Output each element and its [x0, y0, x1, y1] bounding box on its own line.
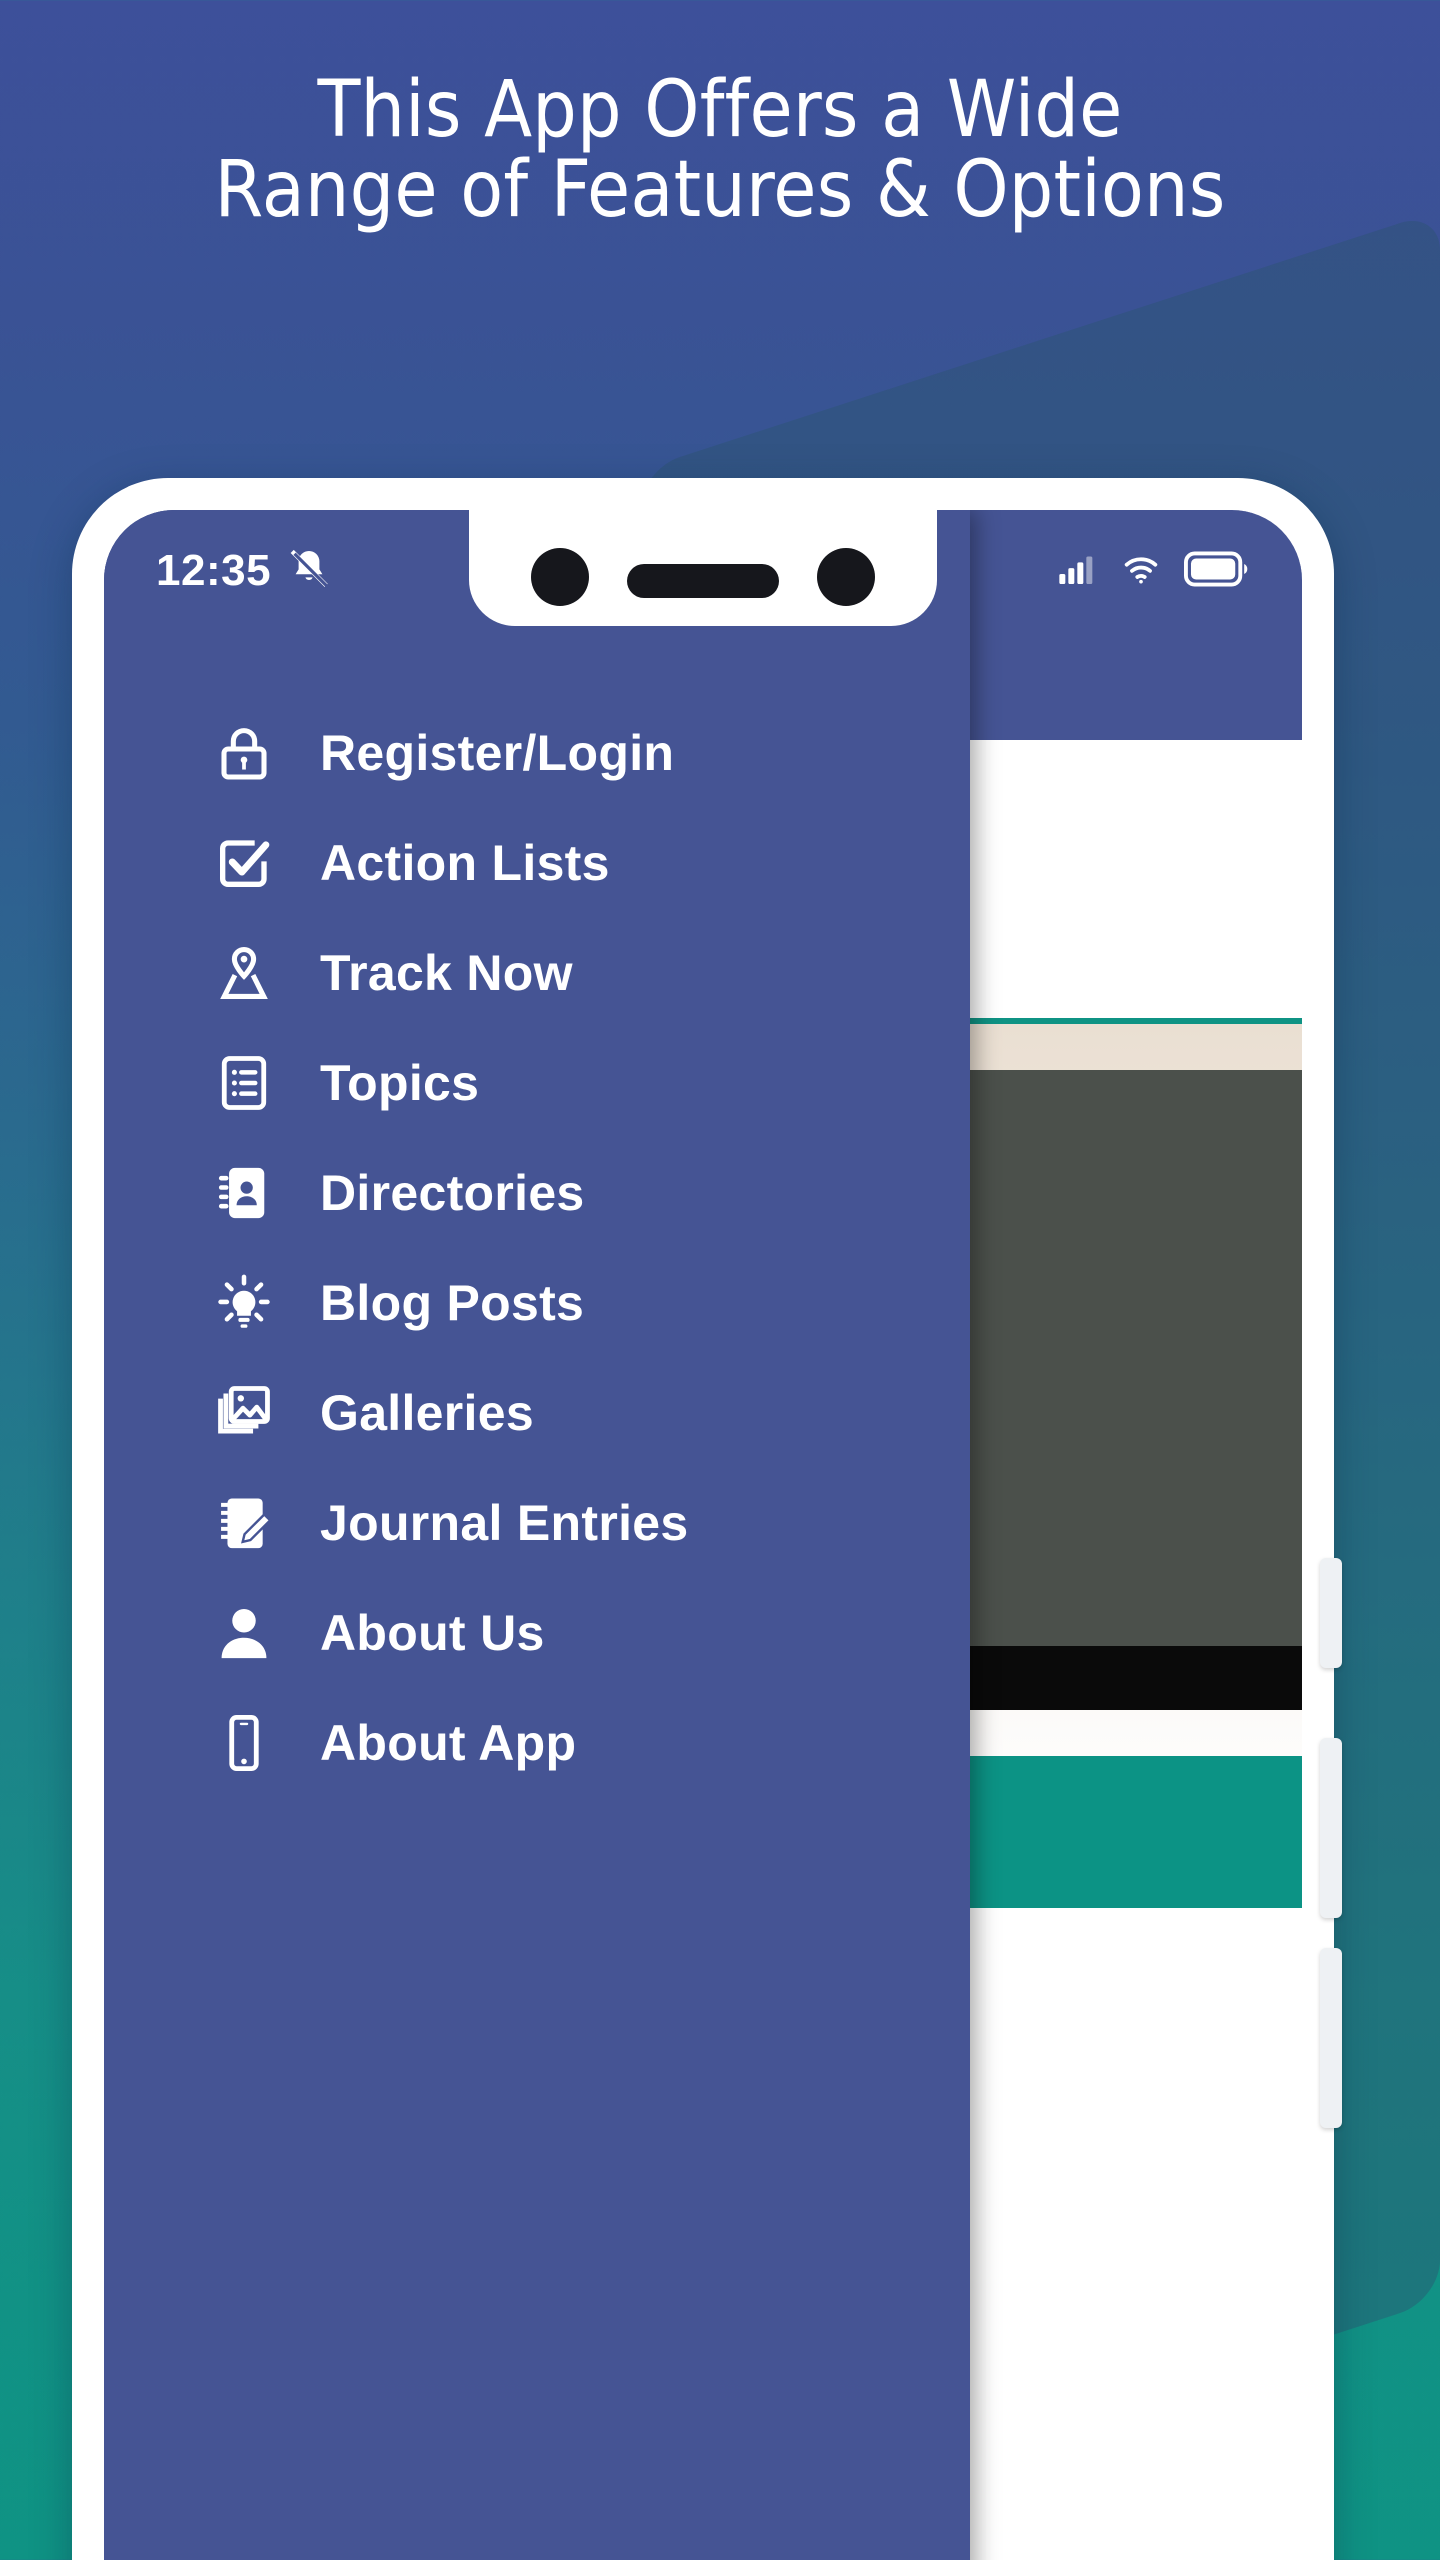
drawer-item-journal-entries[interactable]: Journal Entries	[104, 1468, 970, 1578]
status-bar-right	[1054, 549, 1250, 594]
photos-icon	[212, 1381, 276, 1445]
drawer-item-about-us[interactable]: About Us	[104, 1578, 970, 1688]
phone-screen: Th	[104, 510, 1302, 2560]
bell-muted-icon	[285, 545, 333, 598]
drawer-item-label: Journal Entries	[320, 1495, 689, 1551]
drawer-item-register-login[interactable]: Register/Login	[104, 698, 970, 808]
lightbulb-icon	[212, 1271, 276, 1335]
phone-side-button-mute[interactable]	[1320, 1558, 1342, 1668]
drawer-item-label: Galleries	[320, 1385, 534, 1441]
signal-bars-icon	[1054, 549, 1098, 594]
drawer-item-directories[interactable]: Directories	[104, 1138, 970, 1248]
camera-dot-icon	[817, 548, 875, 606]
map-pin-icon	[212, 941, 276, 1005]
drawer-item-label: Topics	[320, 1055, 480, 1111]
drawer-item-label: Register/Login	[320, 725, 675, 781]
drawer-item-action-lists[interactable]: Action Lists	[104, 808, 970, 918]
phone-side-button-volume-up[interactable]	[1320, 1738, 1342, 1918]
drawer-item-label: About Us	[320, 1605, 545, 1661]
phone-mockup: Th	[72, 478, 1342, 2560]
promo-heading: This App Offers a Wide Range of Features…	[0, 70, 1440, 231]
person-icon	[212, 1601, 276, 1665]
drawer-item-label: Track Now	[320, 945, 573, 1001]
wifi-icon	[1118, 549, 1164, 594]
status-bar-left: 12:35	[156, 545, 333, 598]
status-bar-clock: 12:35	[156, 546, 272, 595]
drawer-item-track-now[interactable]: Track Now	[104, 918, 970, 1028]
drawer-item-label: Directories	[320, 1165, 585, 1221]
promo-heading-line-1: This App Offers a Wide	[317, 65, 1123, 155]
drawer-item-about-app[interactable]: About App	[104, 1688, 970, 1798]
drawer-item-topics[interactable]: Topics	[104, 1028, 970, 1138]
phone-notch	[469, 510, 937, 626]
check-square-icon	[212, 831, 276, 895]
drawer-item-galleries[interactable]: Galleries	[104, 1358, 970, 1468]
notebook-pencil-icon	[212, 1491, 276, 1555]
phone-side-button-volume-down[interactable]	[1320, 1948, 1342, 2128]
drawer-item-label: Action Lists	[320, 835, 610, 891]
camera-dot-icon	[531, 548, 589, 606]
promo-heading-line-2: Range of Features & Options	[214, 145, 1226, 236]
earpiece-speaker	[627, 564, 779, 598]
smartphone-icon	[212, 1711, 276, 1775]
list-document-icon	[212, 1051, 276, 1115]
battery-icon	[1184, 551, 1250, 592]
navigation-drawer: Register/Login Action Lists Track Now To…	[104, 510, 970, 2560]
drawer-item-label: Blog Posts	[320, 1275, 585, 1331]
lock-icon	[212, 721, 276, 785]
drawer-item-label: About App	[320, 1715, 577, 1771]
drawer-item-blog-posts[interactable]: Blog Posts	[104, 1248, 970, 1358]
drawer-menu-list: Register/Login Action Lists Track Now To…	[104, 510, 970, 1798]
address-book-icon	[212, 1161, 276, 1225]
